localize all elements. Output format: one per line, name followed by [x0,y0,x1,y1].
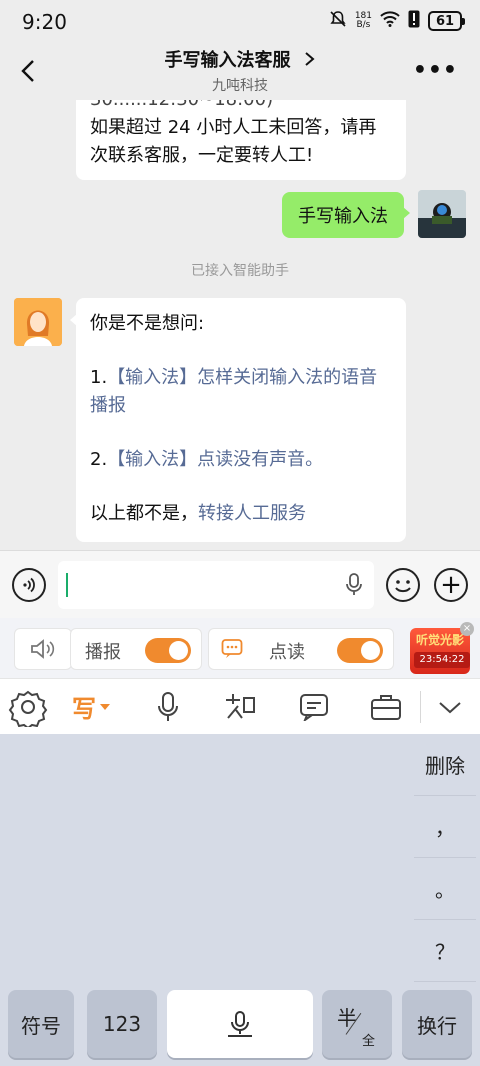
chevron-down-icon [439,702,461,714]
bot-intro: 你是不是想问: [90,313,205,334]
voice-wave-icon [23,577,35,593]
voice-input-button[interactable] [148,687,188,727]
bot-footer: 以上都不是，转接人工服务 [90,500,392,528]
question-key[interactable]: ？ [414,920,476,982]
message-bubble-self[interactable]: 手写输入法 [282,192,410,238]
chevron-right-icon [304,52,315,66]
voice-mode-button[interactable] [12,568,46,602]
text-caret [66,573,68,597]
more-dots-icon: ••• [412,58,458,83]
keyboard-bottom-row: 符号 123 半 全 换行 [0,990,480,1062]
half-width-label: 半 [337,1006,357,1030]
input-mic-icon[interactable] [346,573,362,601]
toolbar-divider [420,691,421,723]
transfer-human-link[interactable]: 转接人工服务 [198,503,306,524]
status-icons: 181 B/s 61 [329,10,465,32]
more-actions-button[interactable]: + [434,568,468,602]
caret-down-icon [100,703,110,710]
chat-header: 手写输入法客服 九吨科技 ••• [0,44,480,100]
emoji-button[interactable] [386,568,420,602]
bot-avatar[interactable] [14,298,62,346]
title-area[interactable]: 手写输入法客服 九吨科技 [0,46,480,95]
half-full-width-key[interactable]: 半 全 [322,990,392,1058]
status-time: 9:20 [22,10,67,34]
net-speed-unit: B/s [356,20,371,30]
suggestion-1[interactable]: 1.【输入法】怎样关闭输入法的语音播报 [90,364,392,420]
network-speed: 181 B/s [355,12,372,30]
suggestion-1-link[interactable]: 【输入法】怎样关闭输入法的语音播报 [90,367,377,416]
toolbox-button[interactable] [366,687,406,727]
suggestion-2-number: 2. [90,449,108,470]
full-width-label: 全 [362,1034,376,1049]
collapse-keyboard-button[interactable] [430,687,470,727]
microphone-icon [158,692,178,721]
avatar-image [418,190,466,238]
page-title: 手写输入法客服 [164,50,291,71]
space-mic-icon [228,1011,252,1037]
suggestion-2[interactable]: 2.【输入法】点读没有声音。 [90,446,392,474]
wifi-icon [380,11,400,31]
plus-icon: + [440,570,462,600]
self-avatar[interactable] [418,190,466,238]
friend-chat-button[interactable] [220,687,260,727]
suggestion-1-number: 1. [90,367,108,388]
mute-icon [329,10,347,32]
promo-close-icon[interactable]: × [460,622,474,636]
promo-countdown: 23:54:22 [414,652,470,668]
promo-text: 听觉光影 [415,633,464,647]
input-bar: + [0,550,480,618]
message-input[interactable] [58,561,374,609]
symbols-key[interactable]: 符号 [8,990,74,1058]
handwriting-pad[interactable]: 删除 ， 。 ？ 符号 123 半 全 换行 [0,734,480,1066]
period-key[interactable]: 。 [414,858,476,920]
gear-icon [8,690,48,727]
assistant-avatar-icon [14,298,62,346]
more-button[interactable]: ••• [413,58,458,83]
message-text-self: 手写输入法 [298,206,388,227]
message-text: 如果超过 24 小时人工未回答，请再次联系客服，一定要转人工! [90,117,377,166]
toolbox-icon [371,695,401,720]
footer-text: 以上都不是， [90,503,198,524]
click-read-toggle-card[interactable]: 点读 [208,628,394,670]
battery-level: 61 [435,13,455,29]
alert-icon [408,10,420,32]
suggestion-2-link[interactable]: 【输入法】点读没有声音。 [107,449,323,470]
promo-badge[interactable]: 听觉光影 23:54:22 × [408,622,474,678]
click-read-label: 点读 [269,642,305,663]
broadcast-toggle[interactable] [145,638,191,663]
status-bar: 9:20 181 B/s 61 [0,0,480,44]
message-icon [300,694,328,721]
battery-icon: 61 [428,11,465,31]
handwriting-tab-label: 写 [72,695,96,723]
side-key-column: 删除 ， 。 ？ [414,734,476,982]
system-notice: 已接入智能助手 [191,263,289,279]
numbers-key[interactable]: 123 [87,990,157,1058]
settings-button[interactable] [8,687,48,727]
enter-key[interactable]: 换行 [402,990,472,1058]
ime-feature-strip: 播报 点读 听觉光影 23:54:22 × [0,618,480,678]
message-bubble-bot: 你是不是想问: 1.【输入法】怎样关闭输入法的语音播报 2.【输入法】点读没有声… [70,298,406,542]
broadcast-toggle-card[interactable]: 播报 [70,628,202,670]
smile-icon [395,580,411,593]
speaker-icon [31,639,55,659]
space-voice-key[interactable] [167,990,313,1058]
handwriting-tab[interactable]: 写 [72,689,112,724]
broadcast-label: 播报 [85,642,121,663]
keyboard-toolbar: 写 [0,678,480,734]
friend-chat-icon [226,694,255,719]
chat-area[interactable]: 30......12:30~18:00) 如果超过 24 小时人工未回答，请再次… [0,100,480,550]
comma-key[interactable]: ， [414,796,476,858]
speaker-button[interactable] [14,628,72,670]
click-read-icon [221,638,243,664]
message-bubble-support: 30......12:30~18:00) 如果超过 24 小时人工未回答，请再次… [76,100,406,180]
delete-key[interactable]: 删除 [414,734,476,796]
quick-phrase-button[interactable] [294,687,334,727]
page-subtitle: 九吨科技 [212,78,268,94]
click-read-toggle[interactable] [337,638,383,663]
message-text-partial: 30......12:30~18:00) [90,100,392,114]
